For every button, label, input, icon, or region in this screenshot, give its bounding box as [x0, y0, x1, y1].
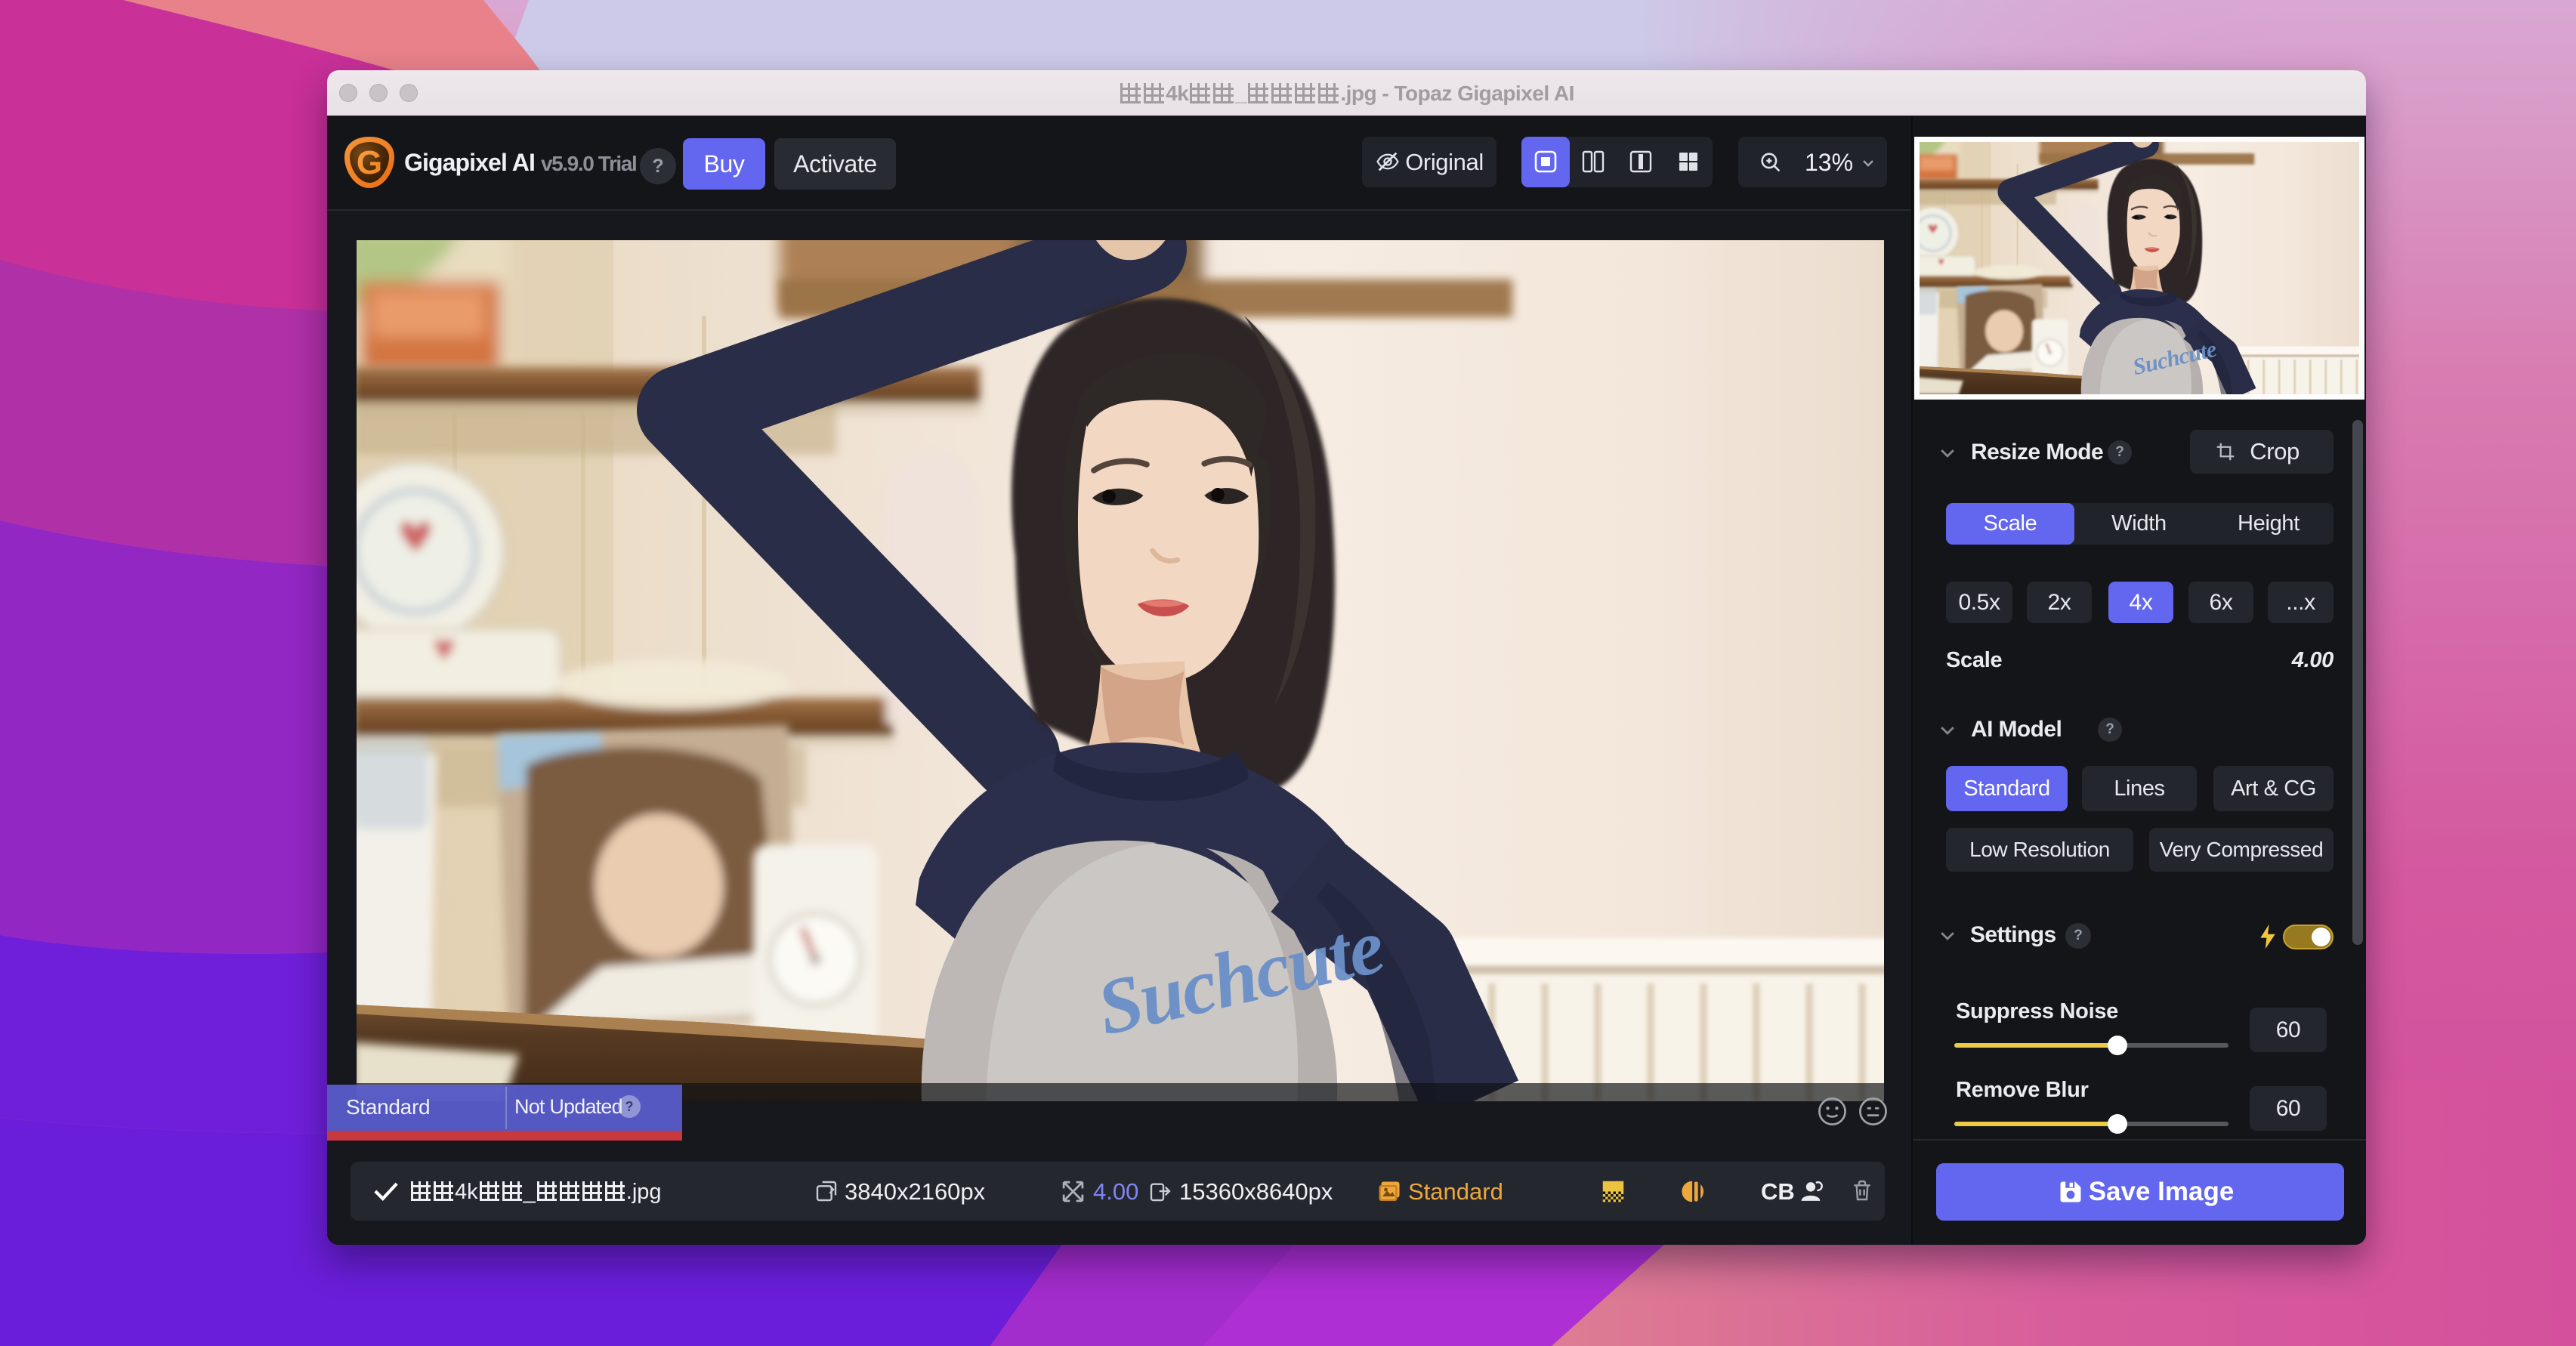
svg-text:G: G — [357, 144, 382, 181]
